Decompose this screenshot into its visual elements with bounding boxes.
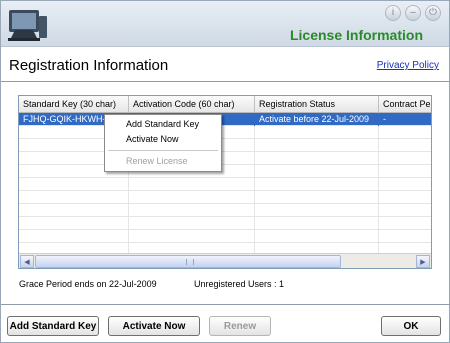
grid-header: Standard Key (30 char) Activation Code (…: [19, 96, 431, 113]
window-header: i – ⏻ License Information: [1, 1, 449, 47]
info-icon[interactable]: i: [385, 5, 401, 21]
ok-button[interactable]: OK: [381, 316, 441, 336]
column-header-standard-key[interactable]: Standard Key (30 char): [19, 96, 129, 113]
registration-grid[interactable]: Standard Key (30 char) Activation Code (…: [18, 95, 432, 269]
menu-item-renew-license: Renew License: [126, 156, 188, 166]
column-header-registration-status[interactable]: Registration Status: [255, 96, 379, 113]
menu-item-add-standard-key[interactable]: Add Standard Key: [126, 119, 199, 129]
empty-row: [19, 230, 431, 243]
empty-row: [19, 139, 431, 152]
empty-row: [19, 217, 431, 230]
empty-row: [19, 191, 431, 204]
header-divider: [1, 81, 449, 82]
horizontal-scrollbar[interactable]: ◀ ▶: [19, 253, 431, 268]
minimize-icon[interactable]: –: [405, 5, 421, 21]
empty-row: [19, 178, 431, 191]
context-menu: Add Standard Key Activate Now Renew Lice…: [104, 114, 222, 172]
window-controls: i – ⏻: [385, 5, 441, 21]
column-header-contract-period[interactable]: Contract Pe: [379, 96, 431, 113]
footer-divider: [1, 304, 449, 305]
activate-now-button[interactable]: Activate Now: [108, 316, 200, 336]
window-title: License Information: [289, 27, 423, 43]
computer-monitor-icon: [8, 10, 47, 41]
cell-contract-period: -: [379, 113, 431, 126]
cell-registration-status: Activate before 22-Jul-2009: [255, 113, 379, 126]
scroll-right-icon[interactable]: ▶: [416, 255, 430, 268]
privacy-policy-link[interactable]: Privacy Policy: [377, 60, 439, 71]
grid-body: FJHQ-GQIK-HKWH- Activate before 22-Jul-2…: [19, 113, 431, 256]
empty-row: [19, 152, 431, 165]
menu-item-activate-now[interactable]: Activate Now: [126, 134, 179, 144]
column-header-activation-code[interactable]: Activation Code (60 char): [129, 96, 255, 113]
unregistered-users-text: Unregistered Users : 1: [194, 279, 285, 289]
empty-row: [19, 126, 431, 139]
add-standard-key-button[interactable]: Add Standard Key: [7, 316, 99, 336]
table-row[interactable]: FJHQ-GQIK-HKWH- Activate before 22-Jul-2…: [19, 113, 431, 126]
scroll-thumb[interactable]: [35, 255, 341, 268]
scroll-left-icon[interactable]: ◀: [20, 255, 34, 268]
grip-icon: [186, 259, 194, 265]
empty-row: [19, 204, 431, 217]
renew-button: Renew: [209, 316, 271, 336]
empty-row: [19, 165, 431, 178]
section-title: Registration Information: [9, 57, 169, 74]
power-icon[interactable]: ⏻: [425, 5, 441, 21]
grace-period-text: Grace Period ends on 22-Jul-2009: [19, 279, 157, 289]
menu-separator: [108, 150, 218, 151]
license-window: i – ⏻ License Information Registration I…: [0, 0, 450, 343]
